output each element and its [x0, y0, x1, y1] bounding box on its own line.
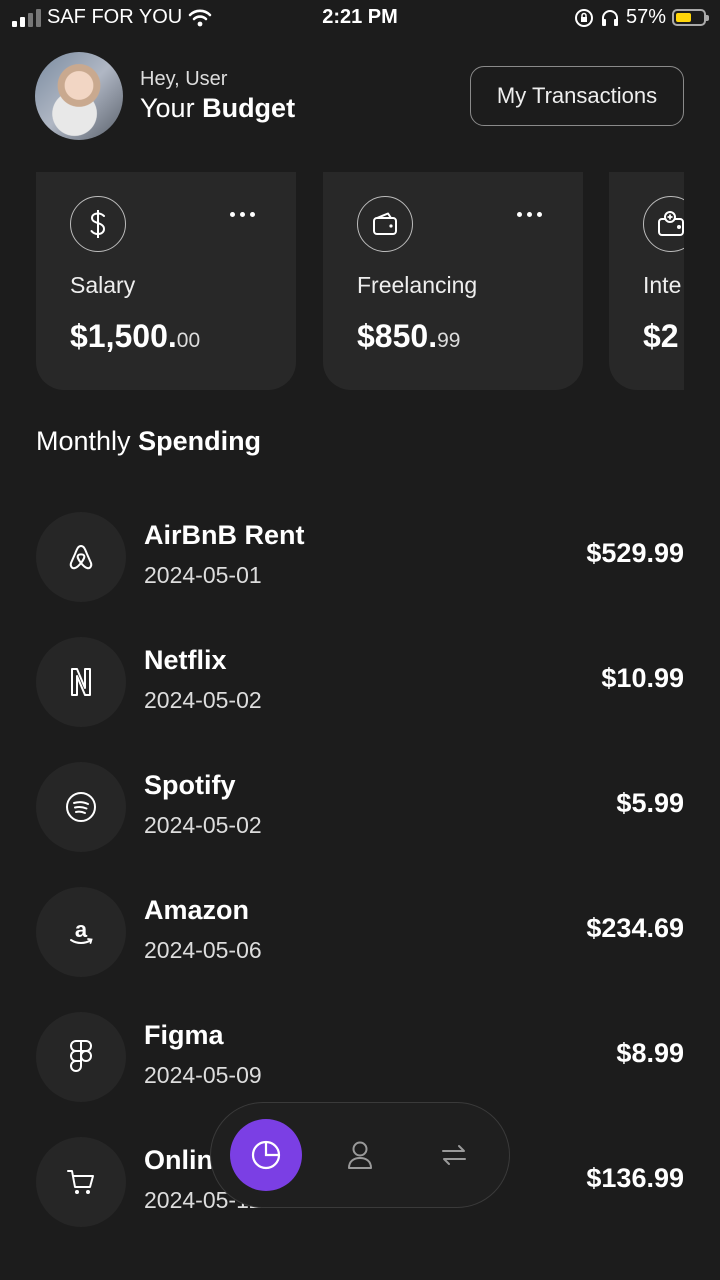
income-card-freelancing[interactable]: Freelancing $850.99 [323, 172, 583, 390]
battery-icon [672, 9, 709, 26]
item-amount: $136.99 [586, 1163, 684, 1193]
item-date: 2024-05-02 [144, 687, 262, 713]
card-amount-main: $2 [643, 318, 679, 354]
income-card-salary[interactable]: Salary $1,500.00 [36, 172, 296, 390]
list-item[interactable]: Spotify 2024-05-02 $5.99 [36, 762, 684, 854]
amazon-icon: a [36, 887, 126, 977]
card-name: Salary [70, 272, 136, 298]
card-amount-cents: 00 [176, 329, 201, 352]
bottom-nav [210, 1102, 510, 1208]
nav-profile-button[interactable] [338, 1133, 382, 1177]
user-icon [348, 1141, 372, 1169]
wallet-icon [357, 196, 413, 252]
card-amount: $850.99 [357, 318, 460, 355]
airbnb-icon [36, 512, 126, 602]
section-title-prefix: Monthly [36, 426, 131, 456]
list-item[interactable]: Figma 2024-05-09 $8.99 [36, 1012, 684, 1104]
section-title: Monthly Spending [36, 426, 261, 457]
item-date: 2024-05-02 [144, 812, 262, 838]
item-name: Onlin [144, 1145, 213, 1175]
status-bar: SAF FOR YOU 2:21 PM 57% [0, 0, 720, 38]
item-name: Spotify [144, 770, 236, 800]
figma-icon [36, 1012, 126, 1102]
list-item[interactable]: a Amazon 2024-05-06 $234.69 [36, 887, 684, 979]
item-date: 2024-05-09 [144, 1062, 262, 1088]
card-amount-main: $1,500. [70, 318, 177, 354]
item-name: Amazon [144, 895, 250, 925]
list-item[interactable]: AirBnB Rent 2024-05-01 $529.99 [36, 512, 684, 604]
item-date: 2024-05-06 [144, 937, 262, 963]
item-amount: $5.99 [616, 788, 684, 818]
item-amount: $10.99 [601, 663, 684, 693]
cart-icon [36, 1137, 126, 1227]
card-name: Inte [643, 272, 682, 298]
card-amount: $2 [643, 318, 679, 355]
spotify-icon [36, 762, 126, 852]
card-name: Freelancing [357, 272, 478, 298]
item-amount: $234.69 [586, 913, 684, 943]
status-right: 57% [574, 6, 709, 29]
avatar[interactable] [35, 52, 123, 140]
income-cards-carousel[interactable]: Salary $1,500.00 Freelancing $850.99 Int… [36, 172, 684, 392]
wallet-plus-icon [643, 196, 684, 252]
income-card-interest[interactable]: Inte $2 [609, 172, 684, 390]
page-title-bold: Budget [202, 93, 296, 123]
greeting: Hey, User [140, 68, 228, 90]
transfer-icon [442, 1145, 466, 1165]
item-date: 2024-05-01 [144, 562, 262, 588]
card-amount: $1,500.00 [70, 318, 200, 355]
page-title-prefix: Your [140, 93, 195, 123]
netflix-icon [36, 637, 126, 727]
pie-chart-icon [251, 1140, 281, 1170]
section-title-bold: Spending [138, 426, 262, 456]
page-title: Your Budget [140, 93, 295, 124]
more-options-icon[interactable] [230, 212, 255, 217]
more-options-icon[interactable] [517, 212, 542, 217]
item-amount: $529.99 [586, 538, 684, 568]
card-amount-cents: 99 [437, 329, 461, 352]
svg-text:a: a [75, 917, 88, 942]
item-name: AirBnB Rent [144, 520, 305, 550]
rotation-lock-icon [574, 8, 593, 27]
item-name: Netflix [144, 645, 227, 675]
item-name: Figma [144, 1020, 224, 1050]
dollar-icon [70, 196, 126, 252]
battery-fill [676, 13, 691, 22]
battery-percent: 57% [625, 6, 666, 28]
nav-home-button[interactable] [230, 1119, 302, 1191]
nav-transfer-button[interactable] [432, 1133, 476, 1177]
card-amount-main: $850. [357, 318, 438, 354]
my-transactions-button[interactable]: My Transactions [470, 66, 684, 126]
headphones-icon [601, 9, 618, 26]
list-item[interactable]: Netflix 2024-05-02 $10.99 [36, 637, 684, 729]
item-amount: $8.99 [616, 1038, 684, 1068]
